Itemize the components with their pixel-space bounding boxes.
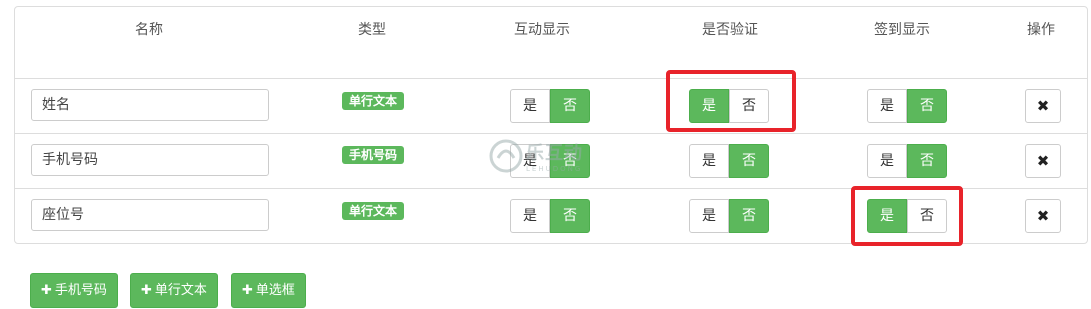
interactive-yes-button[interactable]: 是 — [510, 199, 550, 233]
row-divider — [15, 133, 1087, 134]
close-icon: ✖ — [1036, 152, 1050, 170]
column-header-actions: 操作 — [1027, 22, 1055, 38]
interactive-no-button[interactable]: 否 — [550, 199, 590, 233]
add-phone-field-button[interactable]: ✚ 手机号码 — [30, 273, 118, 308]
signin-yes-button[interactable]: 是 — [867, 144, 907, 178]
signin-no-button[interactable]: 否 — [907, 89, 947, 123]
interactive-display-toggle: 是 否 — [510, 199, 590, 233]
add-button-label: 单行文本 — [154, 283, 207, 298]
column-header-name: 名称 — [135, 22, 163, 38]
plus-icon: ✚ — [242, 283, 253, 298]
field-name-input[interactable]: 手机号码 — [31, 144, 269, 176]
column-header-interactive-display: 互动显示 — [514, 22, 570, 38]
add-single-line-text-button[interactable]: ✚ 单行文本 — [130, 273, 218, 308]
field-type-badge: 手机号码 — [342, 146, 404, 164]
field-name-input[interactable]: 姓名 — [31, 89, 269, 121]
delete-row-button[interactable]: ✖ — [1025, 89, 1061, 123]
add-button-label: 单选框 — [255, 283, 295, 298]
interactive-yes-button[interactable]: 是 — [510, 144, 550, 178]
row-divider — [15, 78, 1087, 79]
plus-icon: ✚ — [141, 283, 152, 298]
add-radio-field-button[interactable]: ✚ 单选框 — [231, 273, 306, 308]
close-icon: ✖ — [1036, 97, 1050, 115]
interactive-no-button[interactable]: 否 — [550, 89, 590, 123]
field-type-badge: 单行文本 — [342, 202, 404, 220]
verify-toggle: 是 否 — [689, 199, 769, 233]
close-icon: ✖ — [1036, 207, 1050, 225]
delete-row-button[interactable]: ✖ — [1025, 144, 1061, 178]
verify-toggle: 是 否 — [689, 144, 769, 178]
signin-display-toggle: 是 否 — [867, 144, 947, 178]
interactive-yes-button[interactable]: 是 — [510, 89, 550, 123]
add-button-label: 手机号码 — [54, 283, 107, 298]
column-header-signin-display: 签到显示 — [874, 22, 930, 38]
field-type-badge: 单行文本 — [342, 92, 404, 110]
plus-icon: ✚ — [41, 283, 52, 298]
signin-display-toggle: 是 否 — [867, 89, 947, 123]
interactive-no-button[interactable]: 否 — [550, 144, 590, 178]
verify-yes-button[interactable]: 是 — [689, 144, 729, 178]
verify-yes-button[interactable]: 是 — [689, 199, 729, 233]
verify-no-button[interactable]: 否 — [729, 199, 769, 233]
verify-no-button[interactable]: 否 — [729, 144, 769, 178]
highlight-box — [851, 186, 963, 246]
column-header-verify: 是否验证 — [702, 22, 758, 38]
interactive-display-toggle: 是 否 — [510, 144, 590, 178]
field-name-input[interactable]: 座位号 — [31, 199, 269, 231]
signin-no-button[interactable]: 否 — [907, 144, 947, 178]
signin-yes-button[interactable]: 是 — [867, 89, 907, 123]
interactive-display-toggle: 是 否 — [510, 89, 590, 123]
highlight-box — [666, 70, 796, 132]
column-header-type: 类型 — [358, 22, 386, 38]
delete-row-button[interactable]: ✖ — [1025, 199, 1061, 233]
